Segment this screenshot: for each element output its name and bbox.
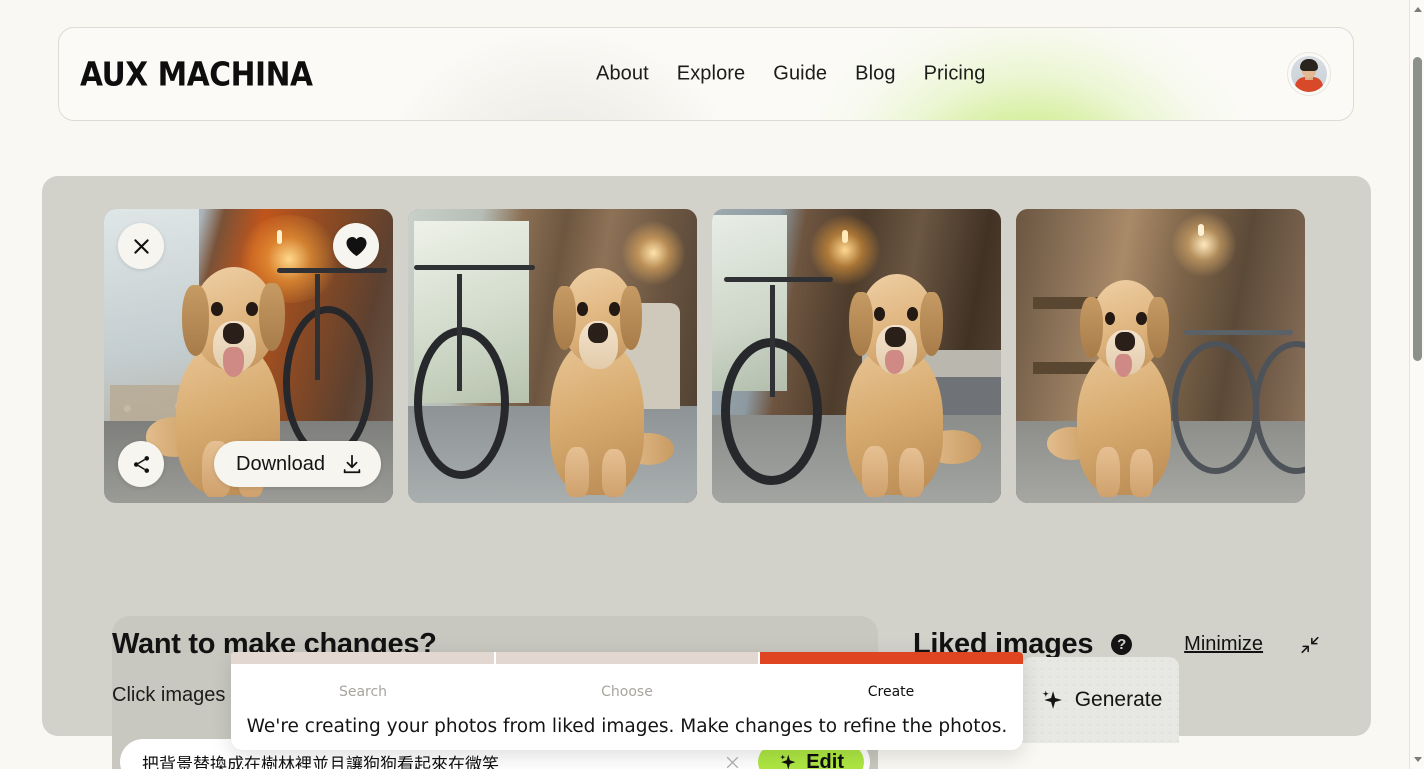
scene-dog-eye <box>907 307 919 321</box>
scene-lamp-glow <box>1172 211 1236 277</box>
image-card-4[interactable] <box>1016 209 1305 503</box>
nav-item-pricing[interactable]: Pricing <box>924 63 986 86</box>
scene-dog-tongue <box>1115 353 1132 378</box>
scene-dog-eye <box>1104 312 1116 326</box>
like-image-button[interactable] <box>333 223 379 269</box>
scene-dog-eye <box>210 301 223 316</box>
scene-dog-leg <box>1095 447 1120 498</box>
nav-item-about[interactable]: About <box>596 63 649 86</box>
scene-dog <box>529 267 679 498</box>
download-label: Download <box>236 452 325 475</box>
image-card-1[interactable]: Download <box>104 209 393 503</box>
chevron-down-icon <box>1413 757 1422 762</box>
scene-lamp-bulb <box>842 229 849 243</box>
scene-dog-nose <box>1115 331 1135 352</box>
scene-dog-eye <box>609 302 620 316</box>
scroll-down-button[interactable] <box>1410 752 1424 767</box>
share-icon <box>133 455 149 473</box>
scene-dog-nose <box>885 327 906 348</box>
progress-bars <box>231 652 1023 664</box>
collapse-arrows-icon <box>1301 636 1319 653</box>
make-changes-subtitle: Click images <box>112 684 226 706</box>
avatar[interactable] <box>1287 52 1331 96</box>
nav-item-blog[interactable]: Blog <box>855 63 895 86</box>
image-card-3[interactable] <box>712 209 1001 503</box>
scene-dog-ear <box>1146 296 1170 358</box>
scene-bike-handlebar <box>723 276 834 282</box>
progress-labels: Search Choose Create <box>231 684 1023 700</box>
heart-filled-icon <box>345 236 367 256</box>
scene-lamp-bulb <box>277 229 283 244</box>
scene-dog-eye <box>246 301 258 316</box>
site-header: AUX MACHINA About Explore Guide Blog Pri… <box>58 27 1354 121</box>
scene-dog-leg <box>1130 449 1153 498</box>
step-label-search: Search <box>338 684 388 700</box>
scene-dog-leg <box>899 447 925 498</box>
main-nav: About Explore Guide Blog Pricing <box>596 63 985 86</box>
scene-dog-leg <box>601 448 626 498</box>
scene-dog-leg <box>861 445 889 498</box>
scene-dog-ear <box>259 283 285 352</box>
close-image-button[interactable] <box>118 223 164 269</box>
progress-message: We're creating your photos from liked im… <box>246 716 1008 737</box>
scene-bike-handlebar <box>413 264 536 270</box>
help-icon[interactable]: ? <box>1111 634 1133 655</box>
nav-item-explore[interactable]: Explore <box>677 63 746 86</box>
scene-lamp-bulb <box>1198 223 1205 236</box>
scene-dog-ear <box>1080 296 1104 358</box>
close-icon <box>133 238 149 254</box>
scene-dog-eye <box>1136 312 1147 326</box>
scene-dog-ear <box>849 291 873 357</box>
scene-bike-fork <box>769 285 775 398</box>
scrollbar-thumb[interactable] <box>1413 57 1422 361</box>
avatar-photo <box>1291 56 1327 92</box>
sparkle-icon <box>780 754 796 769</box>
share-image-button[interactable] <box>118 441 164 487</box>
nav-item-guide[interactable]: Guide <box>773 63 827 86</box>
scene-dog-leg <box>565 446 590 498</box>
progress-popup: Search Choose Create We're creating your… <box>231 652 1023 750</box>
download-button[interactable]: Download <box>214 441 381 487</box>
scene-dog-eye <box>577 302 588 316</box>
chevron-up-icon <box>1413 7 1422 12</box>
page-scrollbar[interactable] <box>1409 0 1424 769</box>
progress-bar-create <box>760 652 1023 664</box>
scene-dog-ear <box>919 291 944 357</box>
scene-dog-nose <box>587 322 608 344</box>
scroll-up-button[interactable] <box>1410 2 1424 17</box>
prompt-input[interactable]: 把背景替換成在樹林裡並且讓狗狗看起來在微笑 <box>142 750 718 769</box>
generate-button[interactable]: Generate <box>1022 657 1179 743</box>
scene-dog-ear <box>619 286 643 351</box>
scene-dog <box>828 273 984 498</box>
download-icon <box>343 454 361 474</box>
page-viewport: AUX MACHINA About Explore Guide Blog Pri… <box>0 0 1409 769</box>
progress-bar-search <box>231 652 494 664</box>
step-label-create: Create <box>867 684 915 700</box>
minimize-link[interactable]: Minimize <box>1184 633 1263 656</box>
progress-bar-choose <box>495 652 759 664</box>
clear-prompt-button[interactable] <box>718 748 746 769</box>
generated-image-3 <box>712 209 1001 503</box>
site-logo[interactable]: AUX MACHINA <box>80 55 313 94</box>
generate-label: Generate <box>1074 688 1163 711</box>
step-label-choose: Choose <box>601 684 653 700</box>
scene-bike-fork <box>457 273 463 392</box>
scene-dog-eye <box>874 307 886 321</box>
scene-dog-nose <box>222 323 245 345</box>
avatar-hair <box>1300 59 1318 71</box>
sparkle-icon <box>1042 690 1062 709</box>
image-card-2[interactable] <box>408 209 697 503</box>
close-icon <box>726 756 738 768</box>
scene-dog <box>1047 279 1206 498</box>
generated-image-4 <box>1016 209 1305 503</box>
edit-label: Edit <box>806 750 844 769</box>
minimize-button[interactable] <box>1299 634 1321 656</box>
image-grid: Download <box>104 209 1305 503</box>
generated-image-2 <box>408 209 697 503</box>
